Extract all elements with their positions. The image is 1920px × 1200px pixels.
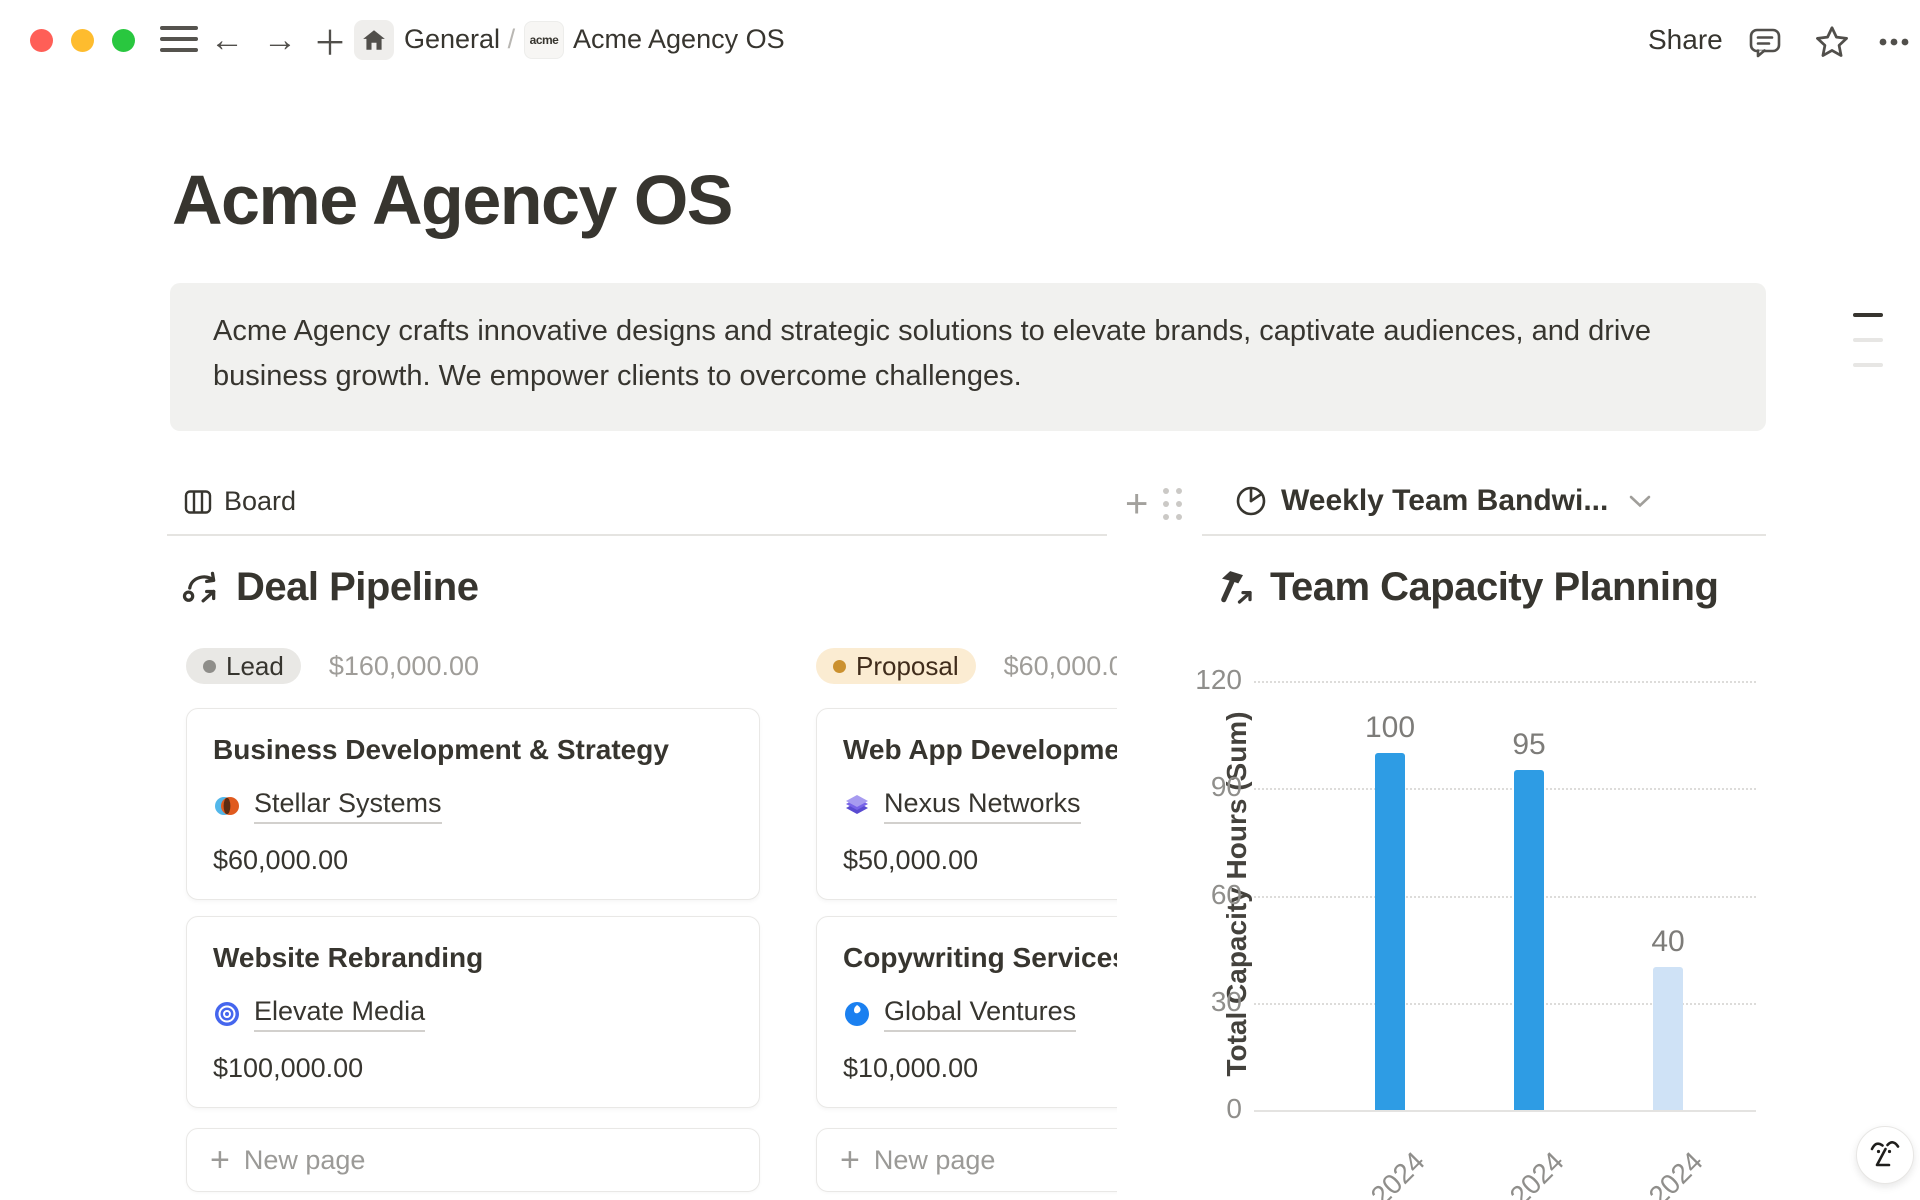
chart-header-divider xyxy=(1202,534,1766,536)
card-amount: $100,000.00 xyxy=(213,1053,733,1084)
more-options-icon[interactable] xyxy=(1872,20,1916,64)
team-capacity-title: Team Capacity Planning xyxy=(1270,565,1718,610)
company-link[interactable]: Nexus Networks xyxy=(884,788,1081,824)
linked-database-icon xyxy=(181,567,223,609)
status-badge-lead[interactable]: Lead xyxy=(186,648,301,684)
deal-card[interactable]: Copywriting Services Global Ventures $10… xyxy=(816,916,1117,1108)
chart-gridline xyxy=(1254,896,1756,898)
chart-data-label: 100 xyxy=(1350,711,1430,745)
sidebar-menu-icon[interactable] xyxy=(160,26,198,54)
callout-text: Acme Agency crafts innovative designs an… xyxy=(213,309,1713,399)
tab-board-view[interactable]: Board xyxy=(183,486,296,517)
share-button[interactable]: Share xyxy=(1648,24,1723,56)
chart-y-tick-label: 90 xyxy=(1182,771,1242,803)
chart-y-tick-label: 60 xyxy=(1182,879,1242,911)
card-title: Business Development & Strategy xyxy=(213,732,733,768)
nexus-networks-logo xyxy=(843,792,871,820)
drag-handle-icon[interactable] xyxy=(1163,488,1186,524)
chart-view-label: Weekly Team Bandwi... xyxy=(1281,484,1608,518)
comments-icon[interactable] xyxy=(1743,20,1787,64)
column-total: $160,000.00 xyxy=(329,651,479,682)
forward-icon[interactable]: → xyxy=(258,18,302,62)
ai-face-icon xyxy=(1868,1136,1902,1174)
status-badge-proposal[interactable]: Proposal xyxy=(816,648,976,684)
card-title: Web App Development xyxy=(843,732,1117,768)
stellar-systems-logo xyxy=(213,792,241,820)
team-capacity-chart: Total Capacity Hours (Sum) 0306090120100… xyxy=(1202,630,1766,1200)
breadcrumb-separator: / xyxy=(508,24,516,54)
chart-x-tick-label: 21 2024 xyxy=(1295,1145,1432,1200)
board-view-icon xyxy=(183,487,213,517)
deal-pipeline-heading[interactable]: Deal Pipeline xyxy=(181,565,478,610)
zoom-window-button[interactable] xyxy=(112,29,135,52)
deal-card[interactable]: Business Development & Strategy Stellar … xyxy=(186,708,760,900)
deal-card[interactable]: Web App Development Nexus Networks $50,0… xyxy=(816,708,1117,900)
company-link[interactable]: Elevate Media xyxy=(254,996,425,1032)
deal-pipeline-title: Deal Pipeline xyxy=(236,565,478,610)
board-tab-label: Board xyxy=(224,486,296,517)
chart-y-tick-label: 120 xyxy=(1182,664,1242,696)
chart-bar[interactable] xyxy=(1653,967,1683,1110)
chart-view-selector[interactable]: Weekly Team Bandwi... xyxy=(1234,484,1651,518)
add-block-icon[interactable]: + xyxy=(1125,482,1148,527)
back-icon[interactable]: ← xyxy=(205,18,249,62)
team-capacity-heading[interactable]: Team Capacity Planning xyxy=(1215,565,1718,610)
plus-icon: + xyxy=(210,1143,230,1177)
new-page-button[interactable]: + New page xyxy=(816,1128,1117,1192)
board-area: Lead $160,000.00 Business Development & … xyxy=(170,630,1117,1200)
card-amount: $60,000.00 xyxy=(213,845,733,876)
board-column-proposal: Proposal $60,000.0 Web App Development N… xyxy=(800,630,1117,1192)
close-window-button[interactable] xyxy=(30,29,53,52)
chart-bar[interactable] xyxy=(1514,770,1544,1110)
window-toolbar: ← → ＋ General / acme Acme Agency OS Shar… xyxy=(0,0,1920,70)
favorite-star-icon[interactable] xyxy=(1810,20,1854,64)
column-total: $60,000.0 xyxy=(1004,651,1117,682)
card-title: Copywriting Services xyxy=(843,940,1117,976)
notion-ai-button[interactable] xyxy=(1856,1126,1914,1184)
hammer-icon xyxy=(1215,567,1257,609)
breadcrumb-page[interactable]: Acme Agency OS xyxy=(573,24,785,55)
chart-y-tick-label: 30 xyxy=(1182,986,1242,1018)
breadcrumb-root[interactable]: General / xyxy=(404,24,515,55)
callout-block[interactable]: Acme Agency crafts innovative designs an… xyxy=(170,283,1766,431)
board-column-lead: Lead $160,000.00 Business Development & … xyxy=(170,630,760,1192)
chart-gridline xyxy=(1254,788,1756,790)
company-link[interactable]: Stellar Systems xyxy=(254,788,442,824)
chart-data-label: 95 xyxy=(1489,728,1569,762)
chart-gridline xyxy=(1254,681,1756,683)
home-button[interactable] xyxy=(354,20,394,60)
card-title: Website Rebranding xyxy=(213,940,733,976)
elevate-media-logo xyxy=(213,1000,241,1028)
minimize-window-button[interactable] xyxy=(71,29,94,52)
plus-icon: + xyxy=(840,1143,860,1177)
chart-bar[interactable] xyxy=(1375,753,1405,1111)
notion-window: ← → ＋ General / acme Acme Agency OS Shar… xyxy=(0,0,1920,1200)
page-icon: acme xyxy=(524,21,564,59)
page-title: Acme Agency OS xyxy=(172,160,732,240)
new-page-button[interactable]: + New page xyxy=(186,1128,760,1192)
new-page-icon[interactable]: ＋ xyxy=(308,18,352,62)
chart-plot-area: 030609012010021 20249528 202440Oct 5 202… xyxy=(1202,630,1766,1200)
global-ventures-logo xyxy=(843,1000,871,1028)
chart-x-axis-line xyxy=(1254,1110,1756,1112)
chevron-down-icon xyxy=(1629,494,1651,508)
status-dot xyxy=(203,660,216,673)
card-amount: $50,000.00 xyxy=(843,845,1117,876)
card-amount: $10,000.00 xyxy=(843,1053,1117,1084)
chart-data-label: 40 xyxy=(1628,925,1708,959)
chart-x-tick-label: Oct 5 2024 xyxy=(1573,1145,1710,1200)
company-link[interactable]: Global Ventures xyxy=(884,996,1076,1032)
pie-chart-icon xyxy=(1234,484,1268,518)
deal-card[interactable]: Website Rebranding Elevate Media $100,00… xyxy=(186,916,760,1108)
board-header-divider xyxy=(167,534,1107,536)
home-icon xyxy=(361,27,387,53)
status-dot xyxy=(833,660,846,673)
chart-x-tick-label: 28 2024 xyxy=(1434,1145,1571,1200)
chart-y-tick-label: 0 xyxy=(1182,1093,1242,1125)
